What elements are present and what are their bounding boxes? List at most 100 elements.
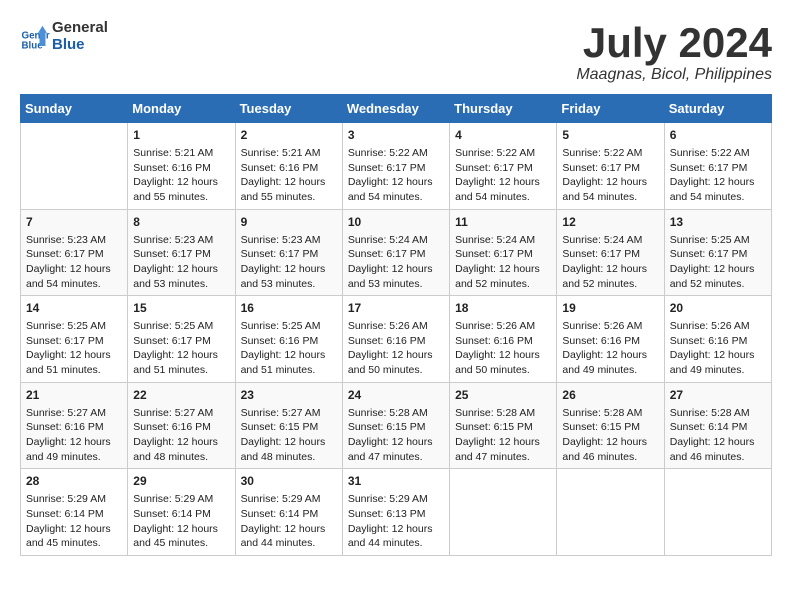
day-number: 27	[670, 387, 766, 404]
cell-1-6: 5 Sunrise: 5:22 AM Sunset: 6:17 PM Dayli…	[557, 123, 664, 210]
sunset-text: Sunset: 6:17 PM	[348, 162, 426, 174]
sunset-text: Sunset: 6:16 PM	[241, 162, 319, 174]
daylight-text: Daylight: 12 hours and 53 minutes.	[133, 263, 218, 290]
cell-4-5: 25 Sunrise: 5:28 AM Sunset: 6:15 PM Dayl…	[450, 382, 557, 469]
sunset-text: Sunset: 6:17 PM	[133, 335, 211, 347]
week-row-2: 7 Sunrise: 5:23 AM Sunset: 6:17 PM Dayli…	[21, 209, 772, 296]
logo-text-line2: Blue	[52, 37, 108, 54]
daylight-text: Daylight: 12 hours and 54 minutes.	[670, 176, 755, 203]
cell-2-6: 12 Sunrise: 5:24 AM Sunset: 6:17 PM Dayl…	[557, 209, 664, 296]
sunrise-text: Sunrise: 5:22 AM	[455, 147, 535, 159]
sunset-text: Sunset: 6:16 PM	[133, 162, 211, 174]
logo-icon: General Blue	[20, 22, 50, 52]
week-row-3: 14 Sunrise: 5:25 AM Sunset: 6:17 PM Dayl…	[21, 296, 772, 383]
calendar-table: Sunday Monday Tuesday Wednesday Thursday…	[20, 94, 772, 556]
cell-5-4: 31 Sunrise: 5:29 AM Sunset: 6:13 PM Dayl…	[342, 469, 449, 556]
title-block: July 2024 Maagnas, Bicol, Philippines	[576, 20, 772, 84]
daylight-text: Daylight: 12 hours and 54 minutes.	[562, 176, 647, 203]
cell-2-2: 8 Sunrise: 5:23 AM Sunset: 6:17 PM Dayli…	[128, 209, 235, 296]
day-number: 1	[133, 127, 229, 144]
daylight-text: Daylight: 12 hours and 55 minutes.	[241, 176, 326, 203]
sunrise-text: Sunrise: 5:24 AM	[455, 234, 535, 246]
sunrise-text: Sunrise: 5:26 AM	[670, 320, 750, 332]
sunrise-text: Sunrise: 5:28 AM	[348, 407, 428, 419]
day-number: 23	[241, 387, 337, 404]
day-number: 28	[26, 473, 122, 490]
day-number: 21	[26, 387, 122, 404]
sunrise-text: Sunrise: 5:23 AM	[241, 234, 321, 246]
sunrise-text: Sunrise: 5:23 AM	[26, 234, 106, 246]
cell-3-1: 14 Sunrise: 5:25 AM Sunset: 6:17 PM Dayl…	[21, 296, 128, 383]
daylight-text: Daylight: 12 hours and 51 minutes.	[133, 349, 218, 376]
sunset-text: Sunset: 6:15 PM	[455, 421, 533, 433]
sunrise-text: Sunrise: 5:27 AM	[133, 407, 213, 419]
sunrise-text: Sunrise: 5:28 AM	[562, 407, 642, 419]
daylight-text: Daylight: 12 hours and 52 minutes.	[455, 263, 540, 290]
daylight-text: Daylight: 12 hours and 53 minutes.	[348, 263, 433, 290]
day-number: 7	[26, 214, 122, 231]
day-number: 4	[455, 127, 551, 144]
day-number: 3	[348, 127, 444, 144]
daylight-text: Daylight: 12 hours and 50 minutes.	[455, 349, 540, 376]
cell-2-4: 10 Sunrise: 5:24 AM Sunset: 6:17 PM Dayl…	[342, 209, 449, 296]
daylight-text: Daylight: 12 hours and 52 minutes.	[562, 263, 647, 290]
sunrise-text: Sunrise: 5:27 AM	[241, 407, 321, 419]
day-number: 29	[133, 473, 229, 490]
cell-1-7: 6 Sunrise: 5:22 AM Sunset: 6:17 PM Dayli…	[664, 123, 771, 210]
daylight-text: Daylight: 12 hours and 48 minutes.	[241, 436, 326, 463]
daylight-text: Daylight: 12 hours and 49 minutes.	[26, 436, 111, 463]
cell-3-6: 19 Sunrise: 5:26 AM Sunset: 6:16 PM Dayl…	[557, 296, 664, 383]
daylight-text: Daylight: 12 hours and 47 minutes.	[455, 436, 540, 463]
sunset-text: Sunset: 6:16 PM	[26, 421, 104, 433]
sunrise-text: Sunrise: 5:28 AM	[455, 407, 535, 419]
daylight-text: Daylight: 12 hours and 44 minutes.	[241, 523, 326, 550]
day-number: 2	[241, 127, 337, 144]
daylight-text: Daylight: 12 hours and 45 minutes.	[26, 523, 111, 550]
day-number: 5	[562, 127, 658, 144]
sunrise-text: Sunrise: 5:29 AM	[26, 493, 106, 505]
day-number: 24	[348, 387, 444, 404]
day-number: 16	[241, 300, 337, 317]
sunset-text: Sunset: 6:17 PM	[348, 248, 426, 260]
daylight-text: Daylight: 12 hours and 44 minutes.	[348, 523, 433, 550]
col-monday: Monday	[128, 95, 235, 123]
sunset-text: Sunset: 6:16 PM	[348, 335, 426, 347]
cell-5-7	[664, 469, 771, 556]
col-wednesday: Wednesday	[342, 95, 449, 123]
daylight-text: Daylight: 12 hours and 54 minutes.	[348, 176, 433, 203]
daylight-text: Daylight: 12 hours and 54 minutes.	[26, 263, 111, 290]
calendar-header: Sunday Monday Tuesday Wednesday Thursday…	[21, 95, 772, 123]
cell-4-6: 26 Sunrise: 5:28 AM Sunset: 6:15 PM Dayl…	[557, 382, 664, 469]
day-number: 6	[670, 127, 766, 144]
daylight-text: Daylight: 12 hours and 48 minutes.	[133, 436, 218, 463]
week-row-5: 28 Sunrise: 5:29 AM Sunset: 6:14 PM Dayl…	[21, 469, 772, 556]
sunrise-text: Sunrise: 5:29 AM	[133, 493, 213, 505]
logo: General Blue General Blue	[20, 20, 108, 53]
sunset-text: Sunset: 6:17 PM	[133, 248, 211, 260]
sunrise-text: Sunrise: 5:24 AM	[562, 234, 642, 246]
daylight-text: Daylight: 12 hours and 54 minutes.	[455, 176, 540, 203]
day-number: 30	[241, 473, 337, 490]
col-sunday: Sunday	[21, 95, 128, 123]
sunrise-text: Sunrise: 5:26 AM	[348, 320, 428, 332]
cell-5-6	[557, 469, 664, 556]
cell-5-3: 30 Sunrise: 5:29 AM Sunset: 6:14 PM Dayl…	[235, 469, 342, 556]
daylight-text: Daylight: 12 hours and 47 minutes.	[348, 436, 433, 463]
sunrise-text: Sunrise: 5:22 AM	[562, 147, 642, 159]
daylight-text: Daylight: 12 hours and 46 minutes.	[670, 436, 755, 463]
cell-5-5	[450, 469, 557, 556]
sunrise-text: Sunrise: 5:22 AM	[670, 147, 750, 159]
sunset-text: Sunset: 6:14 PM	[26, 508, 104, 520]
cell-5-1: 28 Sunrise: 5:29 AM Sunset: 6:14 PM Dayl…	[21, 469, 128, 556]
sunset-text: Sunset: 6:16 PM	[133, 421, 211, 433]
day-number: 15	[133, 300, 229, 317]
sunset-text: Sunset: 6:14 PM	[133, 508, 211, 520]
daylight-text: Daylight: 12 hours and 51 minutes.	[241, 349, 326, 376]
sunset-text: Sunset: 6:16 PM	[455, 335, 533, 347]
cell-1-2: 1 Sunrise: 5:21 AM Sunset: 6:16 PM Dayli…	[128, 123, 235, 210]
cell-4-4: 24 Sunrise: 5:28 AM Sunset: 6:15 PM Dayl…	[342, 382, 449, 469]
sunset-text: Sunset: 6:17 PM	[26, 248, 104, 260]
sunrise-text: Sunrise: 5:21 AM	[133, 147, 213, 159]
day-number: 18	[455, 300, 551, 317]
sunrise-text: Sunrise: 5:29 AM	[348, 493, 428, 505]
